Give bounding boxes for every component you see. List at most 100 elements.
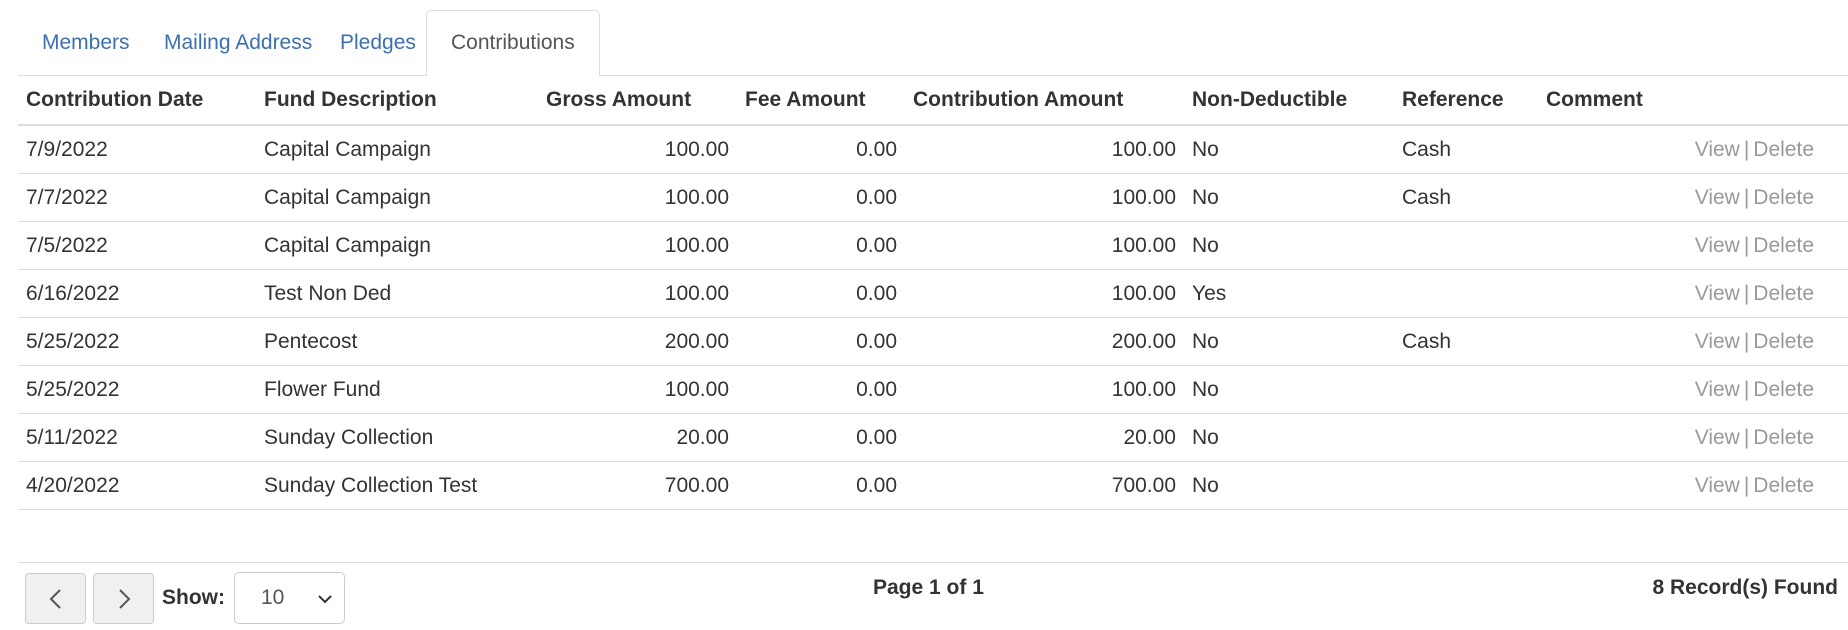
cell-fee-amount: 0.00 bbox=[737, 221, 905, 270]
cell-contribution-amount: 700.00 bbox=[905, 461, 1184, 510]
cell-reference bbox=[1394, 461, 1538, 510]
chevron-left-icon bbox=[49, 588, 61, 609]
row-actions: View | Delete bbox=[1652, 173, 1848, 222]
cell-fee-amount: 0.00 bbox=[737, 269, 905, 318]
tab-contributions[interactable]: Contributions bbox=[426, 10, 600, 77]
column-header-non-deductible[interactable]: Non-Deductible bbox=[1184, 76, 1394, 126]
cell-non-deductible: Yes bbox=[1184, 269, 1394, 318]
cell-gross-amount: 200.00 bbox=[538, 317, 737, 366]
tab-pledges[interactable]: Pledges bbox=[316, 10, 440, 76]
cell-comment bbox=[1538, 125, 1652, 174]
cell-gross-amount: 100.00 bbox=[538, 125, 737, 174]
delete-link[interactable]: Delete bbox=[1753, 378, 1814, 401]
action-separator: | bbox=[1743, 473, 1750, 497]
column-header-contribution-date[interactable]: Contribution Date bbox=[18, 76, 256, 126]
cell-non-deductible: No bbox=[1184, 221, 1394, 270]
cell-fund-description: Capital Campaign bbox=[256, 221, 538, 270]
chevron-right-icon bbox=[118, 588, 130, 609]
delete-link[interactable]: Delete bbox=[1753, 474, 1814, 497]
table-row: 4/20/2022 Sunday Collection Test 700.00 0.0… bbox=[18, 461, 1848, 510]
records-found: 8 Record(s) Found bbox=[1652, 576, 1838, 599]
cell-fee-amount: 0.00 bbox=[737, 365, 905, 414]
table-row: 5/11/2022 Sunday Collection 20.00 0.00 20.00… bbox=[18, 413, 1848, 462]
action-separator: | bbox=[1743, 281, 1750, 305]
cell-fund-description: Capital Campaign bbox=[256, 125, 538, 174]
row-actions: View | Delete bbox=[1652, 269, 1848, 318]
table-row: 7/5/2022 Capital Campaign 100.00 0.00 100.00… bbox=[18, 221, 1848, 270]
cell-contribution-amount: 100.00 bbox=[905, 173, 1184, 222]
row-actions: View | Delete bbox=[1652, 125, 1848, 174]
cell-gross-amount: 100.00 bbox=[538, 173, 737, 222]
delete-link[interactable]: Delete bbox=[1753, 186, 1814, 209]
cell-non-deductible: No bbox=[1184, 173, 1394, 222]
cell-gross-amount: 700.00 bbox=[538, 461, 737, 510]
view-link[interactable]: View bbox=[1695, 378, 1740, 401]
table-row: 7/7/2022 Capital Campaign 100.00 0.00 100.00… bbox=[18, 173, 1848, 222]
view-link[interactable]: View bbox=[1695, 330, 1740, 353]
cell-contribution-date: 4/20/2022 bbox=[18, 461, 256, 510]
cell-comment bbox=[1538, 413, 1652, 462]
page-info: Page 1 of 1 bbox=[873, 576, 984, 599]
cell-contribution-amount: 20.00 bbox=[905, 413, 1184, 462]
row-actions: View | Delete bbox=[1652, 461, 1848, 510]
cell-non-deductible: No bbox=[1184, 365, 1394, 414]
cell-reference bbox=[1394, 221, 1538, 270]
delete-link[interactable]: Delete bbox=[1753, 234, 1814, 257]
cell-non-deductible: No bbox=[1184, 413, 1394, 462]
view-link[interactable]: View bbox=[1695, 186, 1740, 209]
view-link[interactable]: View bbox=[1695, 426, 1740, 449]
row-actions: View | Delete bbox=[1652, 221, 1848, 270]
tab-bar: Members Mailing Address Pledges Contribu… bbox=[18, 10, 1848, 77]
cell-contribution-date: 7/5/2022 bbox=[18, 221, 256, 270]
table-row: 5/25/2022 Pentecost 200.00 0.00 200.00 No Cash… bbox=[18, 317, 1848, 366]
column-header-actions bbox=[1652, 76, 1848, 126]
table-header-row: Contribution Date Fund Description Gross… bbox=[18, 76, 1848, 126]
cell-contribution-date: 5/11/2022 bbox=[18, 413, 256, 462]
cell-fund-description: Test Non Ded bbox=[256, 269, 538, 318]
cell-gross-amount: 100.00 bbox=[538, 221, 737, 270]
contributions-table: Contribution Date Fund Description Gross… bbox=[18, 76, 1848, 510]
cell-reference: Cash bbox=[1394, 125, 1538, 174]
show-label: Show: bbox=[162, 586, 225, 609]
view-link[interactable]: View bbox=[1695, 474, 1740, 497]
cell-fund-description: Pentecost bbox=[256, 317, 538, 366]
cell-non-deductible: No bbox=[1184, 125, 1394, 174]
cell-contribution-amount: 100.00 bbox=[905, 269, 1184, 318]
delete-link[interactable]: Delete bbox=[1753, 426, 1814, 449]
previous-page-button[interactable] bbox=[25, 573, 86, 624]
cell-comment bbox=[1538, 365, 1652, 414]
cell-contribution-date: 7/7/2022 bbox=[18, 173, 256, 222]
page-size-value: 10 bbox=[261, 586, 285, 609]
cell-contribution-date: 7/9/2022 bbox=[18, 125, 256, 174]
action-separator: | bbox=[1743, 329, 1750, 353]
column-header-fee-amount[interactable]: Fee Amount bbox=[737, 76, 905, 126]
cell-fund-description: Sunday Collection bbox=[256, 413, 538, 462]
column-header-comment[interactable]: Comment bbox=[1538, 76, 1652, 126]
view-link[interactable]: View bbox=[1695, 138, 1740, 161]
view-link[interactable]: View bbox=[1695, 234, 1740, 257]
cell-reference: Cash bbox=[1394, 173, 1538, 222]
next-page-button[interactable] bbox=[93, 573, 154, 624]
cell-comment bbox=[1538, 461, 1652, 510]
cell-fund-description: Sunday Collection Test bbox=[256, 461, 538, 510]
cell-fee-amount: 0.00 bbox=[737, 317, 905, 366]
cell-contribution-amount: 200.00 bbox=[905, 317, 1184, 366]
table-row: 6/16/2022 Test Non Ded 100.00 0.00 100.00 Yes… bbox=[18, 269, 1848, 318]
column-header-contribution-amount[interactable]: Contribution Amount bbox=[905, 76, 1184, 126]
tab-mailing-address[interactable]: Mailing Address bbox=[140, 10, 336, 76]
page-size-select[interactable]: 10 bbox=[234, 572, 345, 624]
column-header-reference[interactable]: Reference bbox=[1394, 76, 1538, 126]
cell-contribution-date: 6/16/2022 bbox=[18, 269, 256, 318]
cell-non-deductible: No bbox=[1184, 461, 1394, 510]
delete-link[interactable]: Delete bbox=[1753, 138, 1814, 161]
cell-fee-amount: 0.00 bbox=[737, 173, 905, 222]
delete-link[interactable]: Delete bbox=[1753, 282, 1814, 305]
column-header-gross-amount[interactable]: Gross Amount bbox=[538, 76, 737, 126]
view-link[interactable]: View bbox=[1695, 282, 1740, 305]
delete-link[interactable]: Delete bbox=[1753, 330, 1814, 353]
tab-members[interactable]: Members bbox=[18, 10, 154, 76]
cell-reference bbox=[1394, 365, 1538, 414]
column-header-fund-description[interactable]: Fund Description bbox=[256, 76, 538, 126]
cell-fee-amount: 0.00 bbox=[737, 461, 905, 510]
cell-reference bbox=[1394, 413, 1538, 462]
